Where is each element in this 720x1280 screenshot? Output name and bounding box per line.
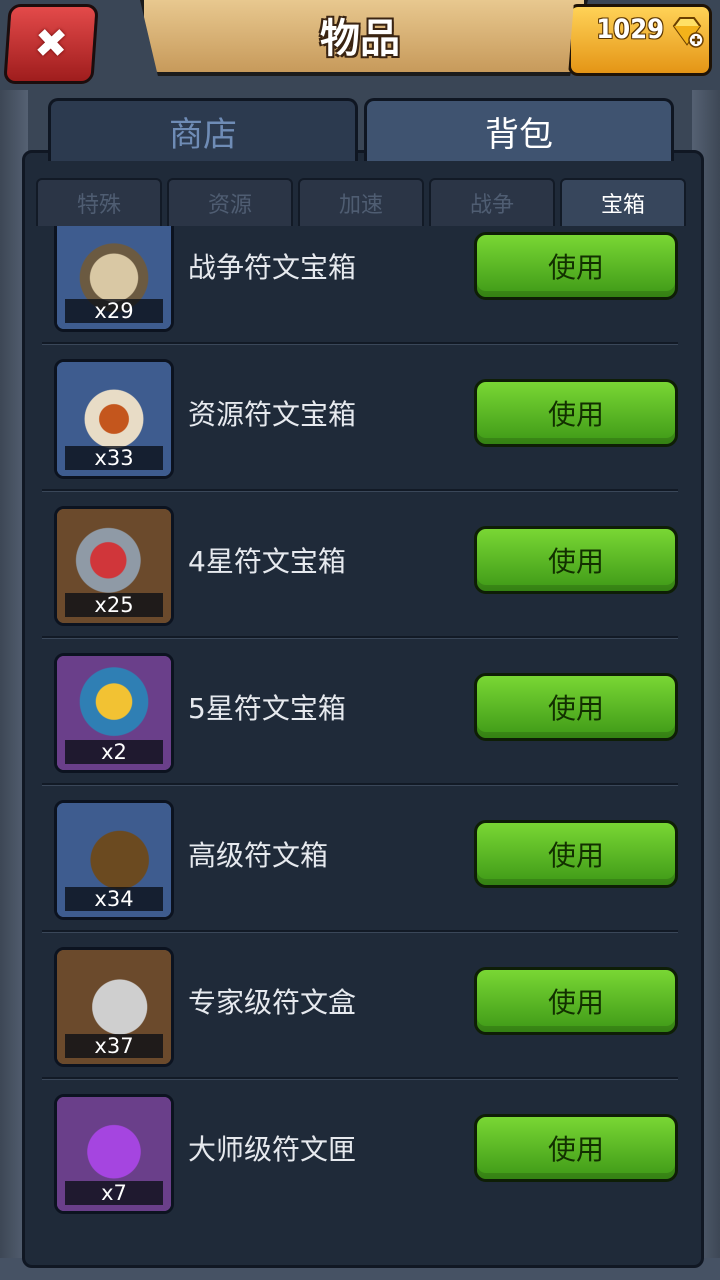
item-name: 高级符文箱	[188, 839, 329, 872]
use-button[interactable]: 使用	[474, 820, 678, 888]
use-button[interactable]: 使用	[474, 967, 678, 1035]
diamond-plus-icon[interactable]	[670, 14, 704, 48]
four-star-rune-chest-icon: x25	[54, 506, 174, 626]
expert-rune-box-icon: x37	[54, 947, 174, 1067]
list-item: x34 高级符文箱 使用	[42, 784, 678, 932]
use-button[interactable]: 使用	[474, 232, 678, 300]
advanced-rune-box-icon: x34	[54, 800, 174, 920]
page-title: 物品	[320, 16, 400, 62]
tab-shop[interactable]: 商店	[48, 98, 358, 161]
close-button[interactable]: ✖	[3, 4, 99, 84]
tab-special[interactable]: 特殊	[36, 178, 162, 226]
war-rune-chest-icon: x29	[54, 226, 174, 332]
list-item: x37 专家级符文盒 使用	[42, 931, 678, 1079]
master-rune-case-icon: x7	[54, 1094, 174, 1214]
gem-count: 1029	[596, 14, 664, 45]
item-quantity: x29	[65, 299, 163, 323]
category-tabs: 特殊 资源 加速 战争 宝箱	[36, 178, 686, 226]
item-quantity: x37	[65, 1034, 163, 1058]
list-item: x2 5星符文宝箱 使用	[42, 637, 678, 785]
item-quantity: x34	[65, 887, 163, 911]
list-item: x33 资源符文宝箱 使用	[42, 343, 678, 491]
resource-rune-chest-icon: x33	[54, 359, 174, 479]
item-quantity: x33	[65, 446, 163, 470]
item-name: 5星符文宝箱	[188, 692, 346, 725]
close-x-icon: ✖	[32, 21, 70, 67]
main-tabs: 商店 背包	[48, 98, 674, 161]
use-button[interactable]: 使用	[474, 379, 678, 447]
list-item: x7 大师级符文匣 使用	[42, 1078, 678, 1216]
use-button[interactable]: 使用	[474, 673, 678, 741]
item-name: 专家级符文盒	[188, 986, 357, 1019]
tab-speedup[interactable]: 加速	[298, 178, 424, 226]
tab-chests[interactable]: 宝箱	[560, 178, 686, 226]
tab-resources[interactable]: 资源	[167, 178, 293, 226]
list-item: x25 4星符文宝箱 使用	[42, 490, 678, 638]
item-quantity: x25	[65, 593, 163, 617]
use-button[interactable]: 使用	[474, 526, 678, 594]
five-star-rune-chest-icon: x2	[54, 653, 174, 773]
item-quantity: x2	[65, 740, 163, 764]
use-button[interactable]: 使用	[474, 1114, 678, 1182]
item-name: 大师级符文匣	[188, 1133, 357, 1166]
item-quantity: x7	[65, 1181, 163, 1205]
list-item: x29 战争符文宝箱 使用	[42, 226, 678, 344]
item-name: 战争符文宝箱	[188, 251, 357, 284]
item-name: 4星符文宝箱	[188, 545, 346, 578]
tab-backpack[interactable]: 背包	[364, 98, 674, 161]
item-name: 资源符文宝箱	[188, 398, 357, 431]
tab-war[interactable]: 战争	[429, 178, 555, 226]
item-list[interactable]: x29 战争符文宝箱 使用 x33 资源符文宝箱 使用 x25 4星符文宝箱 使…	[42, 226, 678, 1216]
